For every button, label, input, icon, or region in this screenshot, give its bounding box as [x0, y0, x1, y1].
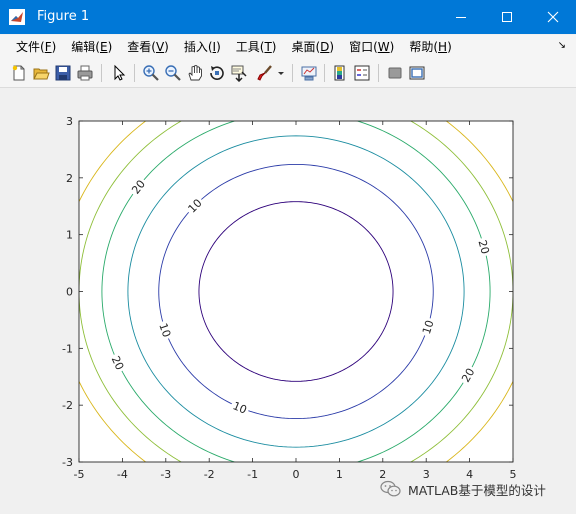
zoom-out-icon[interactable]	[164, 64, 182, 82]
close-button[interactable]	[530, 0, 576, 34]
minimize-button[interactable]	[438, 0, 484, 34]
pan-hand-icon[interactable]	[186, 64, 204, 82]
rotate-3d-icon[interactable]	[208, 64, 226, 82]
dock-figure-icon[interactable]: ↘	[558, 40, 566, 51]
print-icon[interactable]	[76, 64, 94, 82]
link-plot-icon[interactable]	[300, 64, 318, 82]
watermark: MATLAB基于模型的设计	[380, 478, 546, 500]
brush-icon[interactable]	[256, 64, 274, 82]
insert-legend-icon[interactable]	[353, 64, 371, 82]
edit-plot-arrow-icon[interactable]	[110, 64, 128, 82]
toolbar-separator	[378, 64, 379, 82]
show-plot-tools-icon[interactable]	[408, 64, 426, 82]
y-tick-label: 1	[66, 229, 73, 242]
zoom-in-icon[interactable]	[142, 64, 160, 82]
menu-help[interactable]: 帮助(H)	[401, 35, 458, 59]
menu-bar: 文件(F) 编辑(E) 查看(V) 插入(I) 工具(T) 桌面(D) 窗口(W…	[0, 35, 576, 59]
menu-desktop[interactable]: 桌面(D)	[283, 35, 341, 59]
contour-plot[interactable]: 1010 101020202020 -5 -4 -3 -2 -1 0 1 2 3 4 5-3-2-10…	[7, 88, 569, 506]
open-file-icon[interactable]	[32, 64, 50, 82]
toolbar-separator	[324, 64, 325, 82]
y-tick-label: 2	[66, 172, 73, 185]
x-tick-label: -2	[204, 468, 215, 481]
watermark-text: MATLAB基于模型的设计	[408, 482, 546, 498]
toolbar-separator	[101, 64, 102, 82]
x-tick-label: -1	[247, 468, 258, 481]
window-titlebar[interactable]: Figure 1	[0, 0, 576, 34]
y-tick-label: -1	[62, 342, 73, 355]
maximize-button[interactable]	[484, 0, 530, 34]
insert-colorbar-icon[interactable]	[331, 64, 349, 82]
toolbar-separator	[292, 64, 293, 82]
menu-view[interactable]: 查看(V)	[119, 35, 176, 59]
data-cursor-icon[interactable]	[230, 64, 248, 82]
new-figure-icon[interactable]	[10, 64, 28, 82]
y-tick-label: 3	[66, 115, 73, 128]
minimize-icon	[456, 17, 466, 18]
menu-tools[interactable]: 工具(T)	[228, 35, 284, 59]
figure-toolbar	[0, 59, 576, 88]
x-tick-label: -5	[74, 468, 85, 481]
x-tick-label: -3	[160, 468, 171, 481]
menu-edit[interactable]: 编辑(E)	[63, 35, 119, 59]
y-tick-label: -2	[62, 399, 73, 412]
menu-window[interactable]: 窗口(W)	[341, 35, 401, 59]
figure-canvas[interactable]: 10 10 10 10 20 20 20 20 -5 -4 -3 -2 -1 0 1 2 3 4 5 -3 -2 -1 0…	[7, 88, 569, 506]
menu-insert[interactable]: 插入(I)	[176, 35, 228, 59]
toolbar-separator	[134, 64, 135, 82]
save-icon[interactable]	[54, 64, 72, 82]
y-tick-label: -3	[62, 456, 73, 469]
menu-file[interactable]: 文件(F)	[0, 35, 63, 59]
maximize-icon	[502, 12, 512, 22]
wechat-icon	[380, 480, 401, 497]
window-title: Figure 1	[37, 9, 90, 24]
x-tick-label: -4	[117, 468, 128, 481]
axes-background	[79, 121, 513, 462]
matlab-logo-icon	[9, 9, 25, 25]
brush-dropdown-icon[interactable]	[276, 64, 286, 82]
y-tick-label: 0	[66, 286, 73, 299]
close-icon	[547, 11, 559, 23]
x-tick-label: 1	[336, 468, 343, 481]
x-tick-label: 0	[293, 468, 300, 481]
hide-plot-tools-icon[interactable]	[386, 64, 404, 82]
